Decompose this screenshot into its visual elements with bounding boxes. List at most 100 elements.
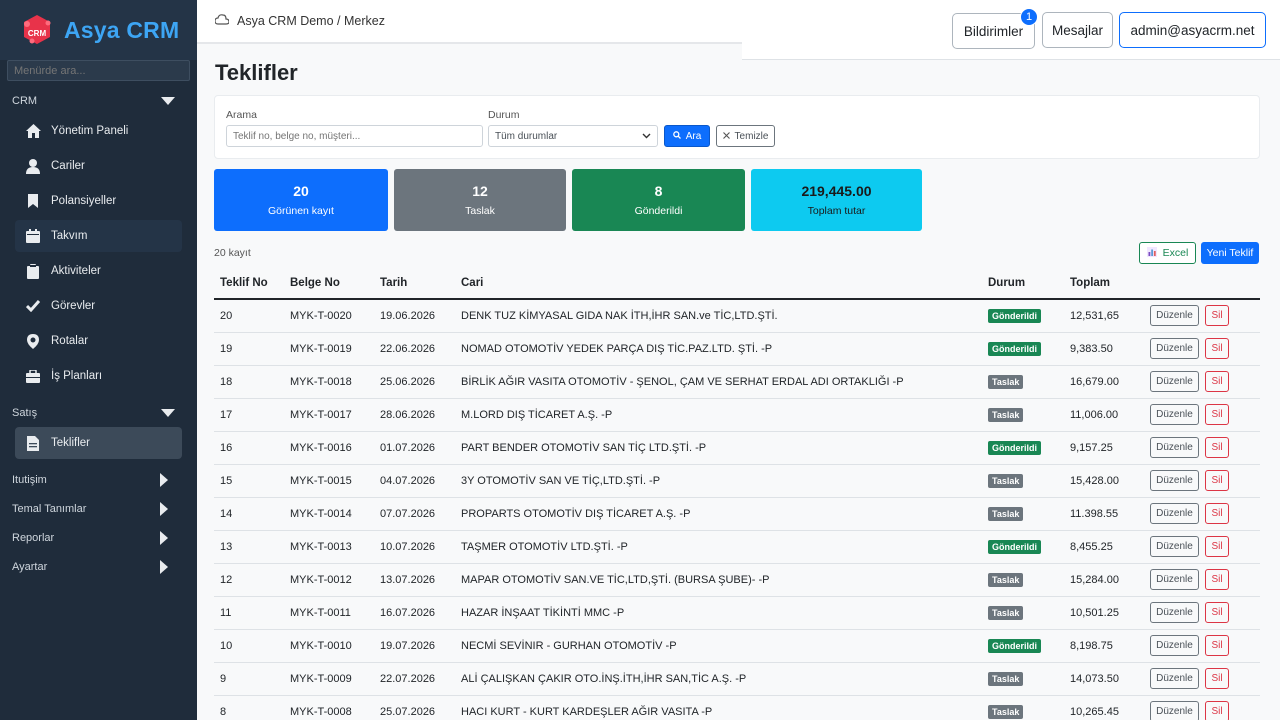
section-satis[interactable]: Satış [0,398,197,427]
cari-cell: NOMAD OTOMOTİV YEDEK PARÇA DIŞ TİC.PAZ.L… [455,332,982,366]
section-raporlar[interactable]: Reporlar [0,523,197,552]
sidebar-item-is-planlari[interactable]: İş Planları [15,360,182,392]
edit-button[interactable]: Düzenle [1150,701,1199,720]
table-row[interactable]: 16 MYK-T-0016 01.07.2026 PART BENDER OTOMOT… [214,431,1260,465]
sidebar-item-takvim[interactable]: Takvım [15,220,182,252]
search-input[interactable] [226,125,483,147]
edit-button[interactable]: Düzenle [1150,437,1199,458]
status-cell: Taslak [982,398,1064,432]
edit-button[interactable]: Düzenle [1150,503,1199,524]
section-temel-tanimlar[interactable]: Temal Tanımlar [0,494,197,523]
section-temel-label: Temal Tanımlar [12,502,87,515]
notifications-button[interactable]: Bildirimler 1 [952,8,1038,49]
column-header[interactable]: Toplam [1064,267,1136,300]
sidebar-item-cariler[interactable]: Cariler [15,150,182,182]
delete-button[interactable]: Sil [1205,305,1229,327]
edit-button[interactable]: Düzenle [1150,404,1199,425]
table-row[interactable]: 10 MYK-T-0010 19.07.2026 NECMİ SEVİNIR - GU… [214,629,1260,663]
delete-button[interactable]: Sil [1205,602,1229,623]
sidebar-item-aktiviteler[interactable]: Aktiviteler [15,255,182,287]
actions-cell: Düzenle Sil [1136,398,1260,432]
actions-cell: Düzenle Sil [1136,695,1260,720]
edit-button[interactable]: Düzenle [1150,602,1199,623]
table-row[interactable]: 14 MYK-T-0014 07.07.2026 PROPARTS OTOMOTİV … [214,497,1260,531]
delete-button[interactable]: Sil [1205,470,1229,491]
table-row[interactable]: 8 MYK-T-0008 25.07.2026 HACI KURT - KURT KA… [214,695,1260,720]
sidebar-item-label: Teklifler [51,437,90,449]
table-row[interactable]: 15 MYK-T-0015 04.07.2026 3Y OTOMOTİV SAN VE… [214,464,1260,498]
search-button[interactable]: Ara [664,125,710,147]
section-ayarlar[interactable]: Ayartar [0,552,197,581]
status-badge: Taslak [988,473,1024,488]
section-iletisim[interactable]: Itutişim [0,465,197,494]
sidebar-item-rotalar[interactable]: Rotalar [15,325,182,357]
delete-button[interactable]: Sil [1205,503,1229,524]
cari-cell: DENK TUZ KİMYASAL GIDA NAK İTH,İHR SAN.v… [455,299,982,333]
sidebar-item-gorevler[interactable]: Görevler [15,290,182,322]
new-offer-button-label: Yeni Teklif [1206,247,1254,259]
edit-button[interactable]: Düzenle [1150,668,1199,689]
delete-button[interactable]: Sil [1205,668,1229,689]
edit-button[interactable]: Düzenle [1150,305,1199,327]
brand[interactable]: CRM Asya CRM [0,0,197,60]
cari-cell: PROPARTS OTOMOTİV DIŞ TİCARET A.Ş. -P [455,497,982,531]
table-row[interactable]: 18 MYK-T-0018 25.06.2026 BİRLİK AĞIR VASITA… [214,365,1260,399]
date-cell: 07.07.2026 [374,497,455,531]
status-select[interactable]: Tüm durumlar [488,125,658,147]
edit-button[interactable]: Düzenle [1150,536,1199,557]
edit-button[interactable]: Düzenle [1150,569,1199,590]
edit-button[interactable]: Düzenle [1150,635,1199,656]
breadcrumb: Asya CRM Demo / Merkez [197,0,742,44]
section-crm[interactable]: CRM [0,86,197,115]
excel-export-button[interactable]: Excel [1139,242,1196,264]
table-row[interactable]: 13 MYK-T-0013 10.07.2026 TAŞMER OTOMOTİV LT… [214,530,1260,564]
table-row[interactable]: 19 MYK-T-0019 22.06.2026 NOMAD OTOMOTİV YED… [214,332,1260,366]
breadcrumb-text: Asya CRM Demo / Merkez [237,14,385,28]
total-cell: 11.398.55 [1064,497,1136,531]
delete-button[interactable]: Sil [1205,437,1229,458]
delete-button[interactable]: Sil [1205,569,1229,590]
date-cell: 22.07.2026 [374,662,455,696]
offer-no-cell: 12 [214,563,284,597]
doc-no-cell: MYK-T-0018 [284,365,374,399]
table-row[interactable]: 12 MYK-T-0012 13.07.2026 MAPAR OTOMOTİV SAN… [214,563,1260,597]
delete-button[interactable]: Sil [1205,404,1229,425]
sidebar-item-label: Görevler [51,300,96,312]
status-cell: Gönderildi [982,431,1064,465]
total-cell: 9,157.25 [1064,431,1136,465]
table-row[interactable]: 17 MYK-T-0017 28.06.2026 M.LORD DIŞ TİCARET… [214,398,1260,432]
column-header[interactable]: Tarih [374,267,455,300]
table-row[interactable]: 11 MYK-T-0011 16.07.2026 HAZAR İNŞAAT TİKİN… [214,596,1260,630]
sidebar-item-dashboard[interactable]: Yönetim Paneli [15,115,182,147]
edit-button[interactable]: Düzenle [1150,371,1199,392]
status-badge: Taslak [988,704,1024,719]
edit-button[interactable]: Düzenle [1150,470,1199,491]
delete-button[interactable]: Sil [1205,701,1229,720]
total-cell: 8,198.75 [1064,629,1136,663]
messages-button[interactable]: Mesajlar [1042,12,1113,48]
column-header[interactable]: Durum [982,267,1064,300]
sidebar-item-label: Rotalar [51,335,89,347]
clear-button[interactable]: Temizle [716,125,775,147]
delete-button[interactable]: Sil [1205,371,1229,392]
offer-no-cell: 13 [214,530,284,564]
column-header[interactable]: Belge No [284,267,374,300]
column-header[interactable]: Teklif No [214,267,284,300]
search-icon [672,130,681,142]
stat-label: Görünen kayıt [268,205,334,217]
table-row[interactable]: 20 MYK-T-0020 19.06.2026 DENK TUZ KİMYASAL … [214,299,1260,333]
column-header[interactable]: Cari [455,267,982,300]
user-label: admin@asyacrm.net [1130,22,1255,38]
brand-logo-icon: CRM [18,11,56,49]
sidebar-item-teklifler[interactable]: Teklifler [15,427,182,459]
table-row[interactable]: 9 MYK-T-0009 22.07.2026 ALİ ÇALIŞKAN ÇAKIR … [214,662,1260,696]
menu-search-input[interactable] [7,60,190,81]
delete-button[interactable]: Sil [1205,536,1229,557]
delete-button[interactable]: Sil [1205,338,1229,359]
user-menu-button[interactable]: admin@asyacrm.net [1119,12,1266,48]
new-offer-button[interactable]: Yeni Teklif [1201,242,1259,264]
edit-button[interactable]: Düzenle [1150,338,1199,359]
delete-button[interactable]: Sil [1205,635,1229,656]
date-cell: 01.07.2026 [374,431,455,465]
sidebar-item-potansiyeller[interactable]: Polansiyeller [15,185,182,217]
